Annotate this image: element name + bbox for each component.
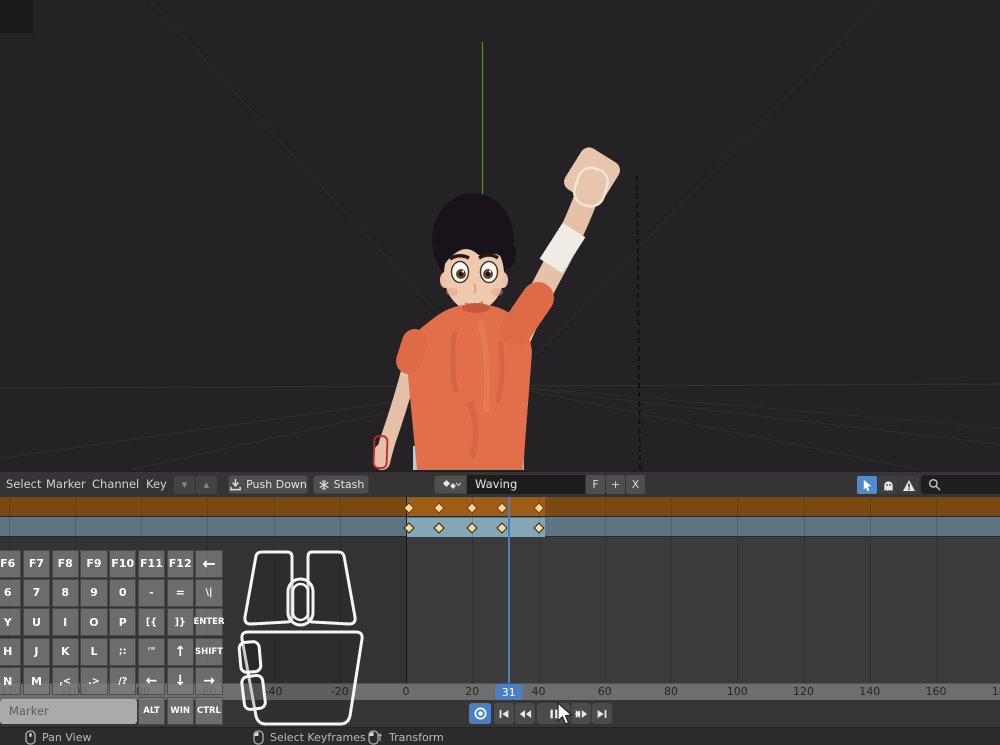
character-eye-glint (462, 270, 464, 272)
previous-keyframe-button[interactable] (515, 703, 535, 724)
character-eye-glint (489, 270, 491, 272)
menu-select[interactable]: Select (2, 472, 45, 497)
menu-marker[interactable]: Marker (42, 472, 90, 497)
grid-line (870, 497, 871, 683)
jump-end-icon (595, 707, 609, 721)
blender-window: SelectMarkerChannelKey ▼ ▲ Push Down Sta… (0, 0, 1000, 745)
timeline-tick-label: 120 (793, 685, 814, 698)
fake-user-button[interactable]: F (586, 475, 605, 494)
playhead-line[interactable] (508, 497, 510, 683)
snowflake-icon (318, 479, 330, 491)
search-input[interactable] (921, 475, 1000, 494)
timeline-tick-label: 80 (664, 685, 678, 698)
character-blush (491, 288, 503, 296)
action-editor-header: SelectMarkerChannelKey ▼ ▲ Push Down Sta… (0, 471, 1000, 497)
grid-line (9, 497, 10, 683)
grid-line (804, 497, 805, 683)
timeline-tick-label: -60 (198, 685, 216, 698)
jump-start-icon (497, 707, 511, 721)
timeline-tick-label: 100 (727, 685, 748, 698)
jump-to-start-button[interactable] (494, 703, 514, 724)
grid-line (936, 497, 937, 683)
character-raised-hand (561, 144, 624, 208)
character[interactable] (373, 144, 623, 470)
current-frame-indicator[interactable]: 31 (495, 684, 522, 701)
action-datablock-button[interactable] (434, 475, 467, 494)
timeline-tick-label: 40 (532, 685, 546, 698)
move-channel-down-button[interactable]: ▼ (174, 476, 195, 494)
push-down-button[interactable]: Push Down (228, 475, 308, 494)
timeline-tick-label: 160 (926, 685, 947, 698)
ghost-icon (882, 479, 895, 492)
grid-line (141, 497, 142, 683)
mouse-left-button (245, 552, 292, 624)
grid-line (605, 497, 606, 683)
character-collar (462, 303, 490, 313)
screencast-mouse-overlay (226, 546, 378, 738)
warning-icon (902, 479, 916, 492)
action-name-input[interactable]: Waving (467, 475, 585, 494)
timeline-tick-label: -120 (0, 685, 21, 698)
ghost-button[interactable] (878, 476, 898, 494)
menu-key[interactable]: Key (142, 472, 171, 497)
stash-button[interactable]: Stash (313, 475, 369, 494)
push-down-label: Push Down (246, 478, 307, 491)
mouse-cursor (556, 702, 578, 726)
mouse-right-button (308, 552, 355, 624)
status-hint-label: Pan View (42, 731, 91, 744)
timeline-tick-label: 20 (465, 685, 479, 698)
cursor-arrow-icon (861, 479, 874, 492)
mouse-side-button (241, 675, 266, 710)
timeline-tick-label: 180 (992, 685, 1000, 698)
stash-label: Stash (334, 478, 365, 491)
status-hint-pan-view: Pan View (25, 728, 91, 745)
marker-display: Marker (0, 699, 137, 724)
push-down-icon (229, 478, 242, 491)
status-bar: Pan ViewSelect KeyframesTransform (0, 727, 1000, 745)
grid-line (207, 497, 208, 683)
new-action-button[interactable]: + (606, 475, 625, 494)
rewind-icon (518, 707, 532, 721)
grid-line (671, 497, 672, 683)
unlink-action-button[interactable]: X (626, 475, 645, 494)
move-channel-up-button[interactable]: ▲ (196, 476, 217, 494)
viewport-corner-shade (0, 0, 33, 33)
grid-line (75, 497, 76, 683)
action-icon (441, 478, 461, 492)
timeline-tick-label: -80 (132, 685, 150, 698)
viewport-scene (0, 0, 1000, 471)
record-icon (473, 706, 488, 721)
character-blush (446, 288, 458, 296)
timeline-scrubber[interactable]: 31 -120-100-80-60-40-2002040608010012014… (0, 683, 1000, 700)
record-button[interactable] (469, 703, 491, 724)
timeline-tick-label: 140 (859, 685, 880, 698)
motion-path-dashed (637, 176, 640, 470)
timeline-tick-label: -100 (62, 685, 87, 698)
status-hint-transform: Transform (368, 728, 444, 745)
grid-line (737, 497, 738, 683)
viewport-3d[interactable] (0, 0, 1000, 471)
filter-selected-button[interactable] (857, 476, 877, 494)
character-sleeve (409, 342, 415, 361)
warning-button[interactable] (899, 476, 919, 494)
mouse-middle-icon (25, 730, 36, 745)
menu-channel[interactable]: Channel (88, 472, 143, 497)
dopesheet-region[interactable] (0, 497, 1000, 683)
timeline-tick-label: 0 (403, 685, 410, 698)
character-sleeve (516, 298, 538, 330)
status-hint-label: Transform (389, 731, 444, 744)
timeline-tick-label: 60 (598, 685, 612, 698)
search-icon (928, 478, 941, 491)
playback-bar (0, 700, 1000, 727)
jump-to-end-button[interactable] (592, 703, 612, 724)
mouse-side-button (239, 641, 262, 673)
